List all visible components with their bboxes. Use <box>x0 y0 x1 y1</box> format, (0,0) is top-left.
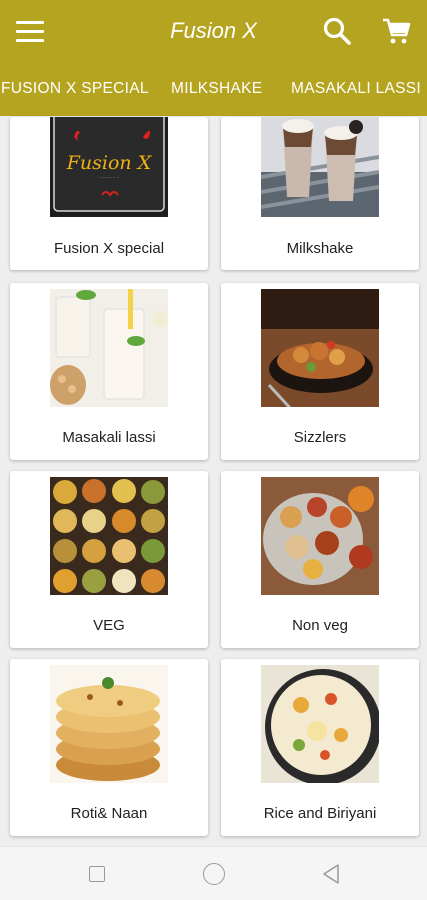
category-label: Masakali lassi <box>62 429 156 446</box>
tab-milkshake[interactable]: MILKSHAKE <box>171 80 262 98</box>
tab-fusion-x-special[interactable]: FUSION X SPECIAL <box>1 80 149 98</box>
roti-naan-image <box>50 665 168 783</box>
non-veg-thali-image <box>261 477 379 595</box>
category-card-milkshake[interactable]: Milkshake <box>221 117 419 270</box>
app-title: Fusion X <box>170 18 257 43</box>
biriyani-image <box>261 665 379 783</box>
category-card-veg[interactable]: VEG <box>10 471 208 648</box>
home-circle-icon[interactable] <box>203 863 225 885</box>
back-triangle-icon[interactable] <box>320 863 342 885</box>
sizzler-image <box>261 289 379 407</box>
category-label: Fusion X special <box>53 240 165 257</box>
search-icon[interactable] <box>322 16 352 46</box>
category-label: Roti& Naan <box>70 805 148 822</box>
category-label: Sizzlers <box>293 429 347 446</box>
category-card-roti-naan[interactable]: Roti& Naan <box>10 659 208 836</box>
fusion-x-logo-image: Fusion X ~ ~ ~ ~ ~ ~ <box>50 117 168 217</box>
category-card-fusion-x-special[interactable]: Fusion X ~ ~ ~ ~ ~ ~ Fusion X special <box>10 117 208 270</box>
veg-thali-image <box>50 477 168 595</box>
logo-text: Fusion X <box>66 152 153 174</box>
category-label: Non veg <box>292 617 348 634</box>
milkshake-image <box>261 117 379 217</box>
cart-icon[interactable] <box>381 16 411 46</box>
toolbar: Fusion X <box>0 0 427 64</box>
category-label: Milkshake <box>286 240 354 257</box>
system-nav-bar <box>0 846 427 900</box>
lassi-image <box>50 289 168 407</box>
category-card-masakali-lassi[interactable]: Masakali lassi <box>10 283 208 460</box>
tab-masakali-lassi[interactable]: MASAKALI LASSI <box>291 80 421 98</box>
app-bar: Fusion X FUSION X SPECIAL MILKSHAKE MASA… <box>0 0 427 116</box>
recents-square-icon[interactable] <box>89 866 105 882</box>
category-label: VEG <box>93 617 125 634</box>
category-label: Rice and Biriyani <box>263 805 377 822</box>
category-card-sizzlers[interactable]: Sizzlers <box>221 283 419 460</box>
category-card-rice-biriyani[interactable]: Rice and Biriyani <box>221 659 419 836</box>
category-tabs: FUSION X SPECIAL MILKSHAKE MASAKALI LASS… <box>0 64 427 116</box>
category-card-non-veg[interactable]: Non veg <box>221 471 419 648</box>
menu-icon[interactable] <box>16 20 44 42</box>
svg-text:~ ~ ~ ~ ~ ~: ~ ~ ~ ~ ~ ~ <box>99 175 119 180</box>
